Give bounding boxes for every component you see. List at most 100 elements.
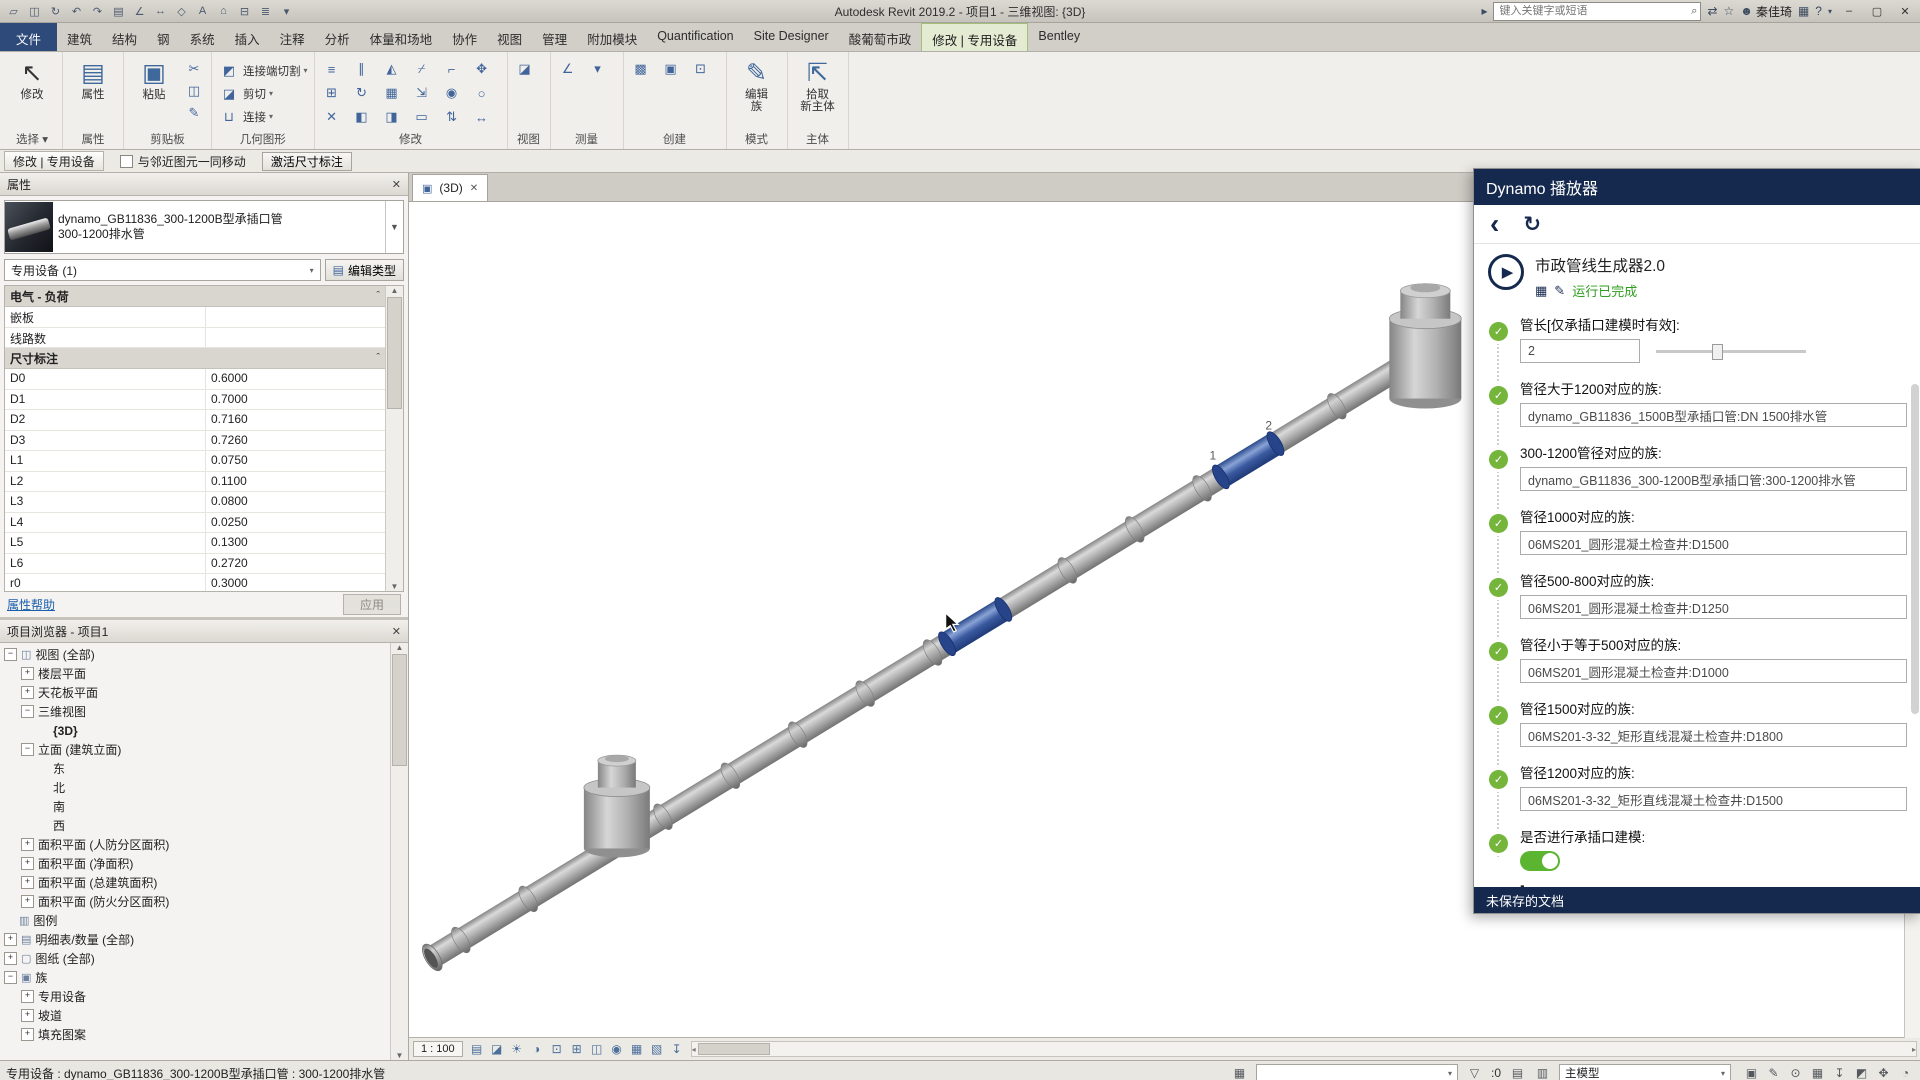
tree-item[interactable]: {3D} — [0, 721, 390, 740]
ribbon-tab-8[interactable]: 体量和场地 — [360, 23, 443, 51]
app-store-icon[interactable]: ▦ — [1798, 4, 1809, 18]
signin-user[interactable]: ☻ 秦佳琦 — [1740, 3, 1792, 20]
ribbon-tab-2[interactable]: 结构 — [102, 23, 147, 51]
create-assembly-icon[interactable]: ⊡ — [690, 59, 712, 79]
measure-icon[interactable]: ∠ — [557, 59, 579, 79]
tree-item[interactable]: 西 — [0, 816, 390, 835]
tree-item[interactable]: −◫视图 (全部) — [0, 645, 390, 664]
param-group-header[interactable]: 尺寸标注ˆ — [5, 348, 385, 369]
properties-button[interactable]: ▤属性 — [69, 56, 117, 101]
manhole-lower[interactable] — [584, 755, 650, 857]
tree-item[interactable]: 东 — [0, 759, 390, 778]
tree-item[interactable]: −▣族 — [0, 968, 390, 987]
text-icon[interactable]: A — [193, 3, 212, 20]
activate-dimensions-button[interactable]: 激活尺寸标注 — [262, 152, 352, 171]
scroll-right-icon[interactable]: ▸ — [1912, 1045, 1916, 1054]
delete-icon[interactable]: ✕ — [321, 107, 343, 127]
tree-item[interactable]: +面积平面 (总建筑面积) — [0, 873, 390, 892]
hide-in-view-icon[interactable]: ◪ — [514, 59, 536, 79]
crop-view-icon[interactable]: ⊡ — [547, 1042, 567, 1056]
filter-icon[interactable]: ▽ — [1466, 1063, 1483, 1080]
param-value[interactable]: 0.3000 — [206, 574, 385, 592]
edit-type-button[interactable]: ▤ 编辑类型 — [325, 259, 404, 281]
ribbon-tab-3[interactable]: 钢 — [147, 23, 180, 51]
expand-icon[interactable]: + — [4, 952, 17, 965]
array-icon[interactable]: ▦ — [381, 83, 403, 103]
split-icon[interactable]: ⌿ — [411, 59, 433, 79]
slider-handle[interactable] — [1712, 344, 1723, 360]
horizontal-scrollbar[interactable]: ◂ ▸ — [691, 1041, 1917, 1057]
manhole-upper[interactable] — [1389, 283, 1461, 408]
tree-item[interactable]: 北 — [0, 778, 390, 797]
refresh-icon[interactable]: ↻ — [1523, 212, 1541, 237]
create-group-icon[interactable]: ▣ — [660, 59, 682, 79]
cut-icon[interactable]: ✂ — [183, 59, 205, 79]
input-value[interactable]: dynamo_GB11836_300-1200B型承插口管:300-1200排水… — [1520, 467, 1907, 491]
help-icon[interactable]: ? — [1815, 4, 1822, 18]
ribbon-tab-7[interactable]: 分析 — [315, 23, 360, 51]
scale-button[interactable]: 1 : 100 — [413, 1041, 463, 1057]
match-type-icon[interactable]: ✎ — [183, 103, 205, 123]
copy-to-clipboard-icon[interactable]: ◫ — [183, 81, 205, 101]
edit-inputs-icon[interactable]: ✎ — [1554, 283, 1565, 299]
pin-icon[interactable]: ◉ — [441, 83, 463, 103]
nudge-icon[interactable]: ↔ — [471, 107, 493, 127]
tree-item[interactable]: −三维视图 — [0, 702, 390, 721]
design-option-dropdown[interactable]: 主模型▾ — [1559, 1064, 1731, 1080]
cut-geometry-button[interactable]: ◪剪切▾ — [218, 82, 308, 105]
type-dropdown-icon[interactable]: ▼ — [385, 201, 403, 253]
param-value[interactable]: 0.7260 — [206, 431, 385, 451]
copy-icon[interactable]: ⊞ — [321, 83, 343, 103]
collapse-group-icon[interactable]: ˆ — [376, 290, 380, 302]
back-icon[interactable]: ‹ — [1490, 212, 1499, 236]
scroll-thumb[interactable] — [392, 654, 407, 766]
param-value[interactable]: 0.0750 — [206, 451, 385, 471]
move-with-nearby-checkbox[interactable]: 与邻近图元一同移动 — [120, 153, 246, 170]
expand-icon[interactable]: + — [4, 933, 17, 946]
element-filter-dropdown[interactable]: 专用设备 (1) ▾ — [4, 259, 321, 281]
edit-in-place-icon[interactable]: ✎ — [1765, 1063, 1782, 1080]
ribbon-tab-9[interactable]: 协作 — [442, 23, 487, 51]
scroll-up-icon[interactable]: ▲ — [396, 643, 404, 652]
unpin-icon[interactable]: ○ — [471, 83, 493, 103]
constraints-icon[interactable]: ↧ — [667, 1042, 687, 1056]
temporary-hide-icon[interactable]: ◫ — [587, 1042, 607, 1056]
tree-item[interactable]: +▤明细表/数量 (全部) — [0, 930, 390, 949]
phases-icon[interactable]: ▥ — [1534, 1063, 1551, 1080]
ribbon-tab-13[interactable]: Quantification — [647, 23, 743, 51]
tag-icon[interactable]: ◇ — [172, 3, 191, 20]
tree-item[interactable]: +▢图纸 (全部) — [0, 949, 390, 968]
sun-path-icon[interactable]: ☀ — [507, 1042, 527, 1056]
tree-item[interactable]: +面积平面 (防火分区面积) — [0, 892, 390, 911]
search-icon[interactable]: ⌕ — [1691, 5, 1697, 18]
visual-style-icon[interactable]: ◪ — [487, 1042, 507, 1056]
expand-icon[interactable]: + — [21, 895, 34, 908]
browser-scrollbar[interactable]: ▲ ▼ — [390, 643, 408, 1060]
offset-icon[interactable]: ∥ — [351, 59, 373, 79]
input-value[interactable]: 06MS201-3-32_矩形直线混凝土检查井:D1500 — [1520, 787, 1907, 811]
ribbon-tab-15[interactable]: 酸葡萄市政 — [839, 23, 922, 51]
paint-icon[interactable]: ◨ — [381, 107, 403, 127]
measure-icon[interactable]: ∠ — [130, 3, 149, 20]
analytical-model-icon[interactable]: ▧ — [647, 1042, 667, 1056]
undo-icon[interactable]: ↶ — [67, 3, 86, 20]
background-processes-icon[interactable]: ◔ — [1897, 1063, 1914, 1080]
input-value[interactable]: dynamo_GB11836_1500B型承插口管:DN 1500排水管 — [1520, 403, 1907, 427]
tree-item[interactable]: +天花板平面 — [0, 683, 390, 702]
detail-level-icon[interactable]: ▤ — [467, 1042, 487, 1056]
crop-region-icon[interactable]: ⊞ — [567, 1042, 587, 1056]
favorites-icon[interactable]: ☆ — [1724, 4, 1735, 18]
scroll-thumb[interactable] — [698, 1043, 770, 1055]
selected-pipe-segment-2[interactable] — [1209, 429, 1287, 491]
select-pinned-icon[interactable]: ↧ — [1831, 1063, 1848, 1080]
input-value[interactable]: 06MS201_圆形混凝土检查井:D1000 — [1520, 659, 1907, 683]
scroll-left-icon[interactable]: ◂ — [692, 1045, 696, 1054]
input-slider[interactable] — [1656, 343, 1806, 359]
expand-icon[interactable]: + — [21, 686, 34, 699]
param-value[interactable]: 0.0800 — [206, 492, 385, 512]
scroll-down-icon[interactable]: ▼ — [396, 1051, 404, 1060]
project-browser-header[interactable]: 项目浏览器 - 项目1 ✕ — [0, 620, 408, 643]
section-icon[interactable]: ⊟ — [235, 3, 254, 20]
dynamo-player-titlebar[interactable]: Dynamo 播放器 — [1474, 169, 1920, 205]
pipe-run[interactable] — [418, 331, 1447, 974]
